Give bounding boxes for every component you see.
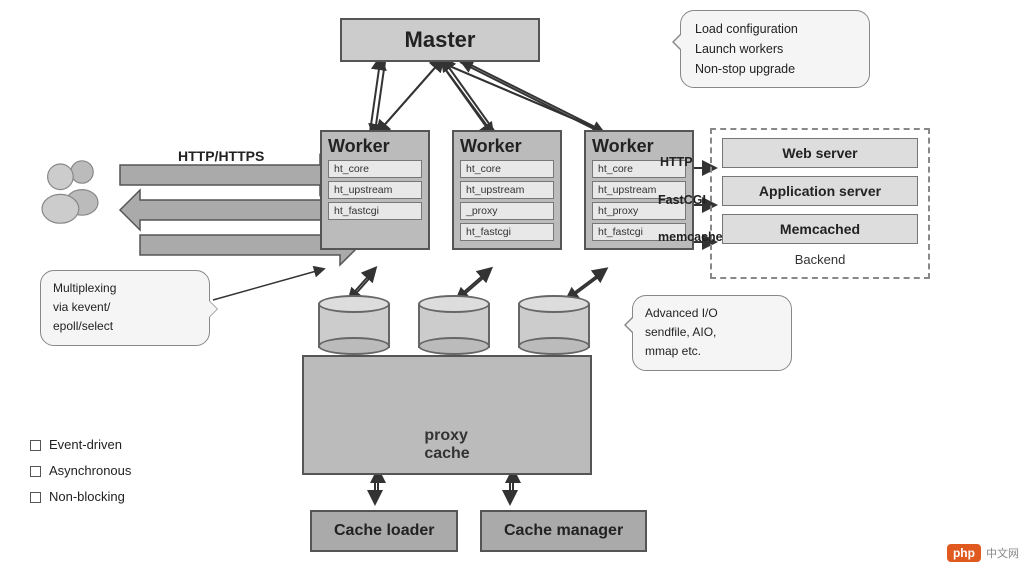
http-label: HTTP [660,155,693,169]
callout-bubble: Load configuration Launch workers Non-st… [680,10,870,88]
cache-loader-box: Cache loader [310,510,458,552]
master-label: Master [405,27,476,53]
worker-module-1-3: ht_fastcgi [328,202,422,220]
advio-text: Advanced I/Osendfile, AIO,mmap etc. [645,306,718,358]
php-logo: php 中文网 [947,544,1019,562]
legend-item-1: Event-driven [30,432,131,458]
worker-title-1: Worker [328,136,422,160]
memcache-label: memcache [658,230,723,244]
cyl-top-2 [418,295,490,313]
proxy-cache-label: proxycache [424,427,469,463]
worker-module-2-1: ht_core [460,160,554,178]
cache-loader-label: Cache loader [334,522,434,539]
callout-line2: Launch workers [695,42,783,56]
worker-title-2: Worker [460,136,554,160]
web-server-item: Web server [722,138,918,168]
legend-text-2: Asynchronous [49,458,131,484]
people-icon [30,148,110,228]
legend-item-3: Non-blocking [30,484,131,510]
multiplex-text: Multiplexingvia kevent/epoll/select [53,281,116,333]
backend-label: Backend [722,252,918,267]
master-box: Master [340,18,540,62]
legend-sq-3 [30,492,41,503]
worker-box-2: Worker ht_core ht_upstream _proxy ht_fas… [452,130,562,250]
callout-line3: Non-stop upgrade [695,62,795,76]
worker-module-2-2: ht_upstream [460,181,554,199]
legend-text-3: Non-blocking [49,484,125,510]
proxy-cache-box: proxycache [302,355,592,475]
legend-item-2: Asynchronous [30,458,131,484]
diagram: Master Load configuration Launch workers… [0,0,1029,570]
legend: Event-driven Asynchronous Non-blocking [30,432,131,510]
callout-line1: Load configuration [695,22,798,36]
memcached-item: Memcached [722,214,918,244]
fastcgi-label: FastCGI [658,193,706,207]
worker-module-1-2: ht_upstream [328,181,422,199]
advio-callout: Advanced I/Osendfile, AIO,mmap etc. [632,295,792,371]
legend-text-1: Event-driven [49,432,122,458]
multiplex-callout: Multiplexingvia kevent/epoll/select [40,270,210,346]
worker-module-1-1: ht_core [328,160,422,178]
cache-manager-label: Cache manager [504,522,623,539]
app-server-item: Application server [722,176,918,206]
http-https-label: HTTP/HTTPS [178,148,264,164]
cyl-top-1 [318,295,390,313]
php-site: 中文网 [986,548,1019,560]
worker-module-2-3: _proxy [460,202,554,220]
backend-box: Web server Application server Memcached … [710,128,930,279]
cache-manager-box: Cache manager [480,510,647,552]
worker-box-1: Worker ht_core ht_upstream ht_fastcgi [320,130,430,250]
cyl-top-3 [518,295,590,313]
legend-sq-2 [30,466,41,477]
php-badge: php [947,544,981,562]
worker-module-2-4: ht_fastcgi [460,223,554,241]
worker-area: Worker ht_core ht_upstream ht_fastcgi Wo… [320,130,694,250]
legend-sq-1 [30,440,41,451]
